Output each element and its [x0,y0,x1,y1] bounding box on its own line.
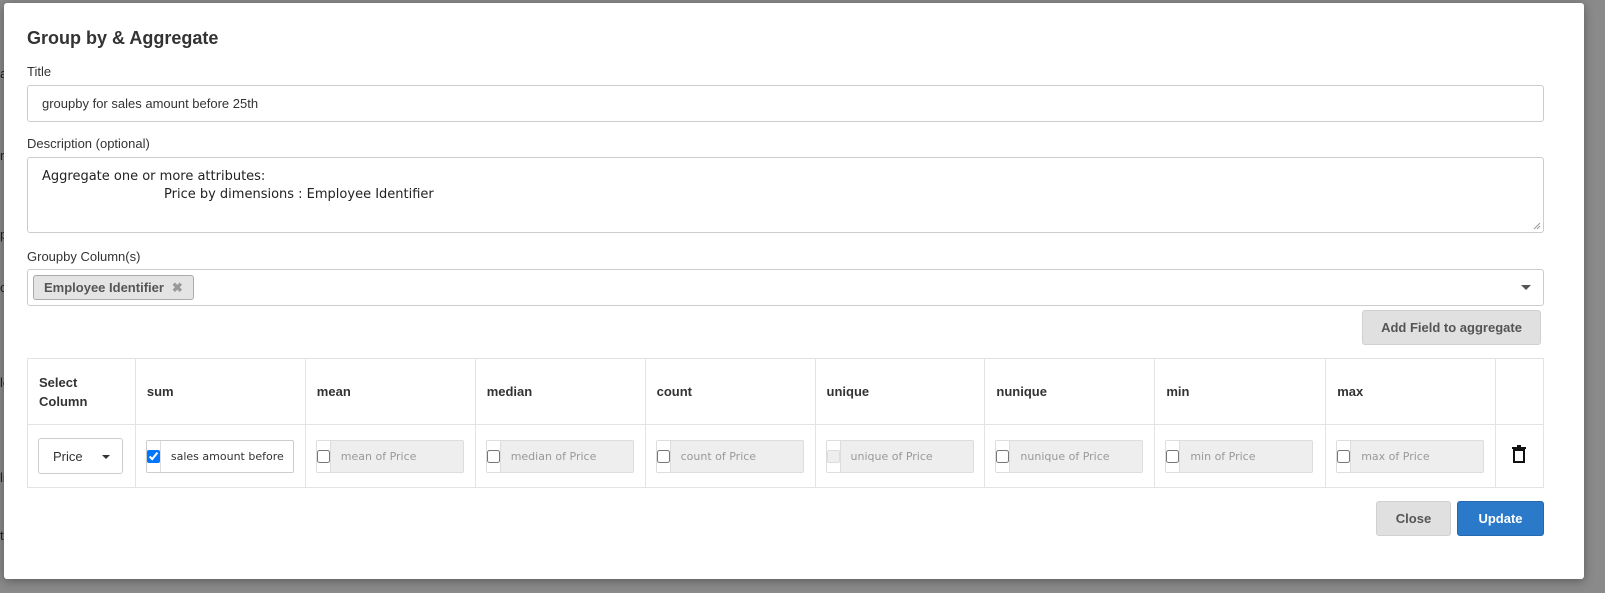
max-field [1336,439,1517,473]
title-label: Title [27,64,52,79]
cell-median [474,424,666,488]
description-textarea[interactable]: Aggregate one or more attributes: Price … [27,157,1544,233]
header-sum: sum [134,358,306,425]
title-input[interactable] [27,85,1544,122]
min-checkbox[interactable] [1166,449,1180,463]
groupby-chip: Employee Identifier ✖ [33,275,194,300]
cell-nunique [984,424,1176,488]
mean-name-input[interactable] [330,440,496,472]
header-max: max [1325,358,1497,425]
aggregate-table: Select Column sum mean median count uniq… [27,358,1544,488]
description-line: Aggregate one or more attributes: [42,169,266,184]
sum-name-input[interactable] [160,440,326,472]
header-select-column: Select Column [27,358,136,425]
header-actions [1495,358,1544,425]
header-median: median [474,358,646,425]
header-count: count [644,358,816,425]
resize-grip-icon[interactable] [1533,222,1541,230]
modal-title: Group by & Aggregate [27,28,219,48]
close-button[interactable]: Close [1376,501,1451,536]
mean-field [315,439,496,473]
update-button[interactable]: Update [1457,501,1544,536]
unique-field [825,439,1006,473]
trash-icon[interactable] [1512,444,1527,463]
max-checkbox[interactable] [1337,449,1351,463]
nunique-name-input[interactable] [1010,440,1176,472]
description-label: Description (optional) [27,136,150,151]
cell-unique [814,424,1006,488]
groupby-label: Groupby Column(s) [27,249,141,264]
min-field [1165,439,1346,473]
header-min: min [1154,358,1327,425]
header-mean: mean [304,358,476,425]
unique-name-input [840,440,1006,472]
median-field [485,439,666,473]
cell-count [644,424,836,488]
table-header-row: Select Column sum mean median count uniq… [27,358,1544,425]
min-name-input[interactable] [1180,440,1346,472]
count-name-input[interactable] [670,440,836,472]
sum-checkbox[interactable] [146,449,160,463]
description-line: Price by dimensions : Employee Identifie… [164,187,434,202]
chip-label: Employee Identifier [44,280,164,295]
count-field [655,439,836,473]
sum-field [145,439,326,473]
column-select[interactable]: Price [38,438,123,474]
median-name-input[interactable] [500,440,666,472]
nunique-field [995,439,1176,473]
unique-checkbox [826,449,840,463]
cell-max [1325,424,1517,488]
table-row: Price [27,424,1544,488]
header-unique: unique [814,358,986,425]
groupby-select[interactable]: Employee Identifier ✖ [27,269,1544,306]
groupby-modal: Group by & Aggregate Title Description (… [4,3,1584,579]
chevron-down-icon [102,455,110,459]
dropdown-caret-icon[interactable] [1521,285,1531,290]
cell-mean [304,424,496,488]
nunique-checkbox[interactable] [996,449,1010,463]
median-checkbox[interactable] [486,449,500,463]
count-checkbox[interactable] [656,449,670,463]
mean-checkbox[interactable] [316,449,330,463]
close-chip-icon[interactable]: ✖ [172,280,183,296]
add-field-button[interactable]: Add Field to aggregate [1362,310,1541,345]
cell-sum [134,424,326,488]
max-name-input[interactable] [1351,440,1517,472]
cell-select-column: Price [27,424,136,488]
cell-min [1154,424,1346,488]
header-nunique: nunique [984,358,1156,425]
